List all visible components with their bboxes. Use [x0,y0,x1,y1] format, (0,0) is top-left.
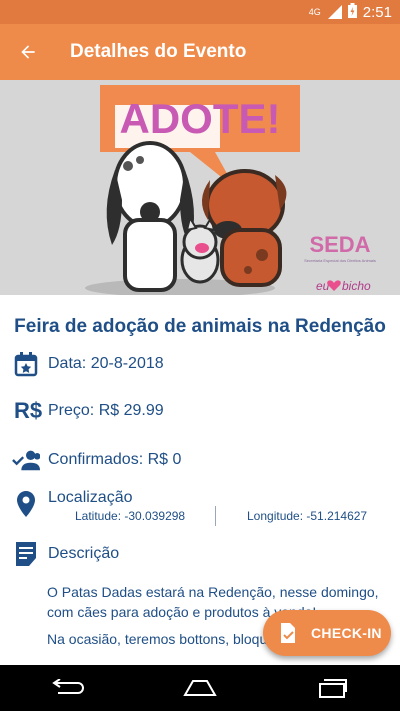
date-row: Data: 20-8-2018 [12,350,164,378]
check-in-button[interactable]: CHECK-IN [263,610,391,656]
people-check-icon [12,446,40,474]
calendar-event-icon [12,350,40,378]
nav-back-icon [51,679,84,694]
app-bar: Detalhes do Evento [0,24,400,80]
coordinate-divider [215,506,216,526]
nav-recents-icon [319,679,348,698]
arrow-back-icon [21,45,35,59]
check-in-icon [281,623,295,643]
location-label: Localização [48,489,133,506]
confirmed-row: Confirmados: R$ 0 [12,446,181,474]
description-icon [12,540,40,568]
nav-home-button[interactable] [170,665,230,711]
event-price: Preço: R$ 29.99 [48,402,164,419]
back-button[interactable] [0,24,56,80]
page-title: Detalhes do Evento [70,41,247,62]
latitude: Latitude: -30.039298 [75,509,186,523]
currency-icon: R$ [13,398,43,423]
event-confirmed: Confirmados: R$ 0 [48,451,182,468]
clock: 2:51 [362,3,392,21]
description-label: Descrição [48,545,120,562]
seda-subtext: Secretaria Especial dos Direitos Animais [304,258,376,263]
nav-back-button[interactable] [37,665,97,711]
nav-recents-button[interactable] [303,665,363,711]
check-in-label: CHECK-IN [311,625,382,641]
system-nav-bar [0,665,400,711]
longitude: Longitude: -51.214627 [247,509,368,523]
slogan-suffix: bicho [342,279,371,293]
price-row: R$ Preço: R$ 29.99 [12,397,164,425]
battery-icon [347,2,357,22]
event-banner: ADOTE! SEDA Secretaria Especial dos Dire… [0,80,400,295]
signal-icon [327,5,342,19]
location-pin-icon [12,490,40,518]
network-type: 4G [308,6,321,17]
seda-logo: SEDA [309,232,370,257]
nav-home-icon [183,680,217,696]
event-date: Data: 20-8-2018 [48,355,164,372]
status-bar: 4G 2:51 [0,0,400,24]
description-row: Descrição [12,540,119,568]
event-title: Feira de adoção de animais na Redenção [14,316,386,337]
banner-headline: ADOTE! [120,95,281,142]
slogan-prefix: eu [316,279,330,293]
